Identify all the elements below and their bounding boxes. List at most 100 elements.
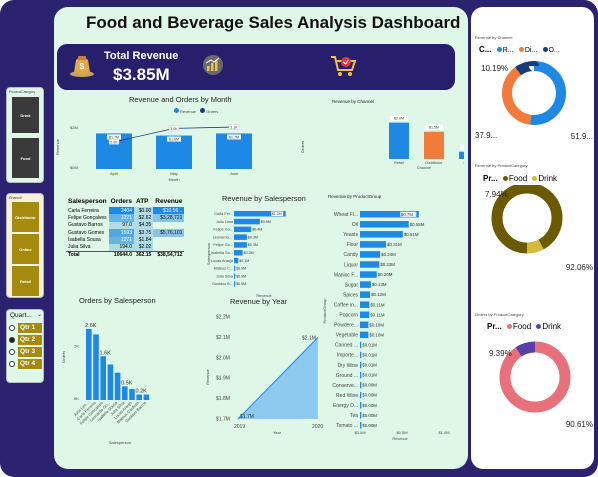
y-tick-label: $0M [70, 165, 78, 170]
orders-bar [100, 356, 106, 400]
channel-bar [389, 122, 409, 159]
data-label: $0.01M [362, 342, 377, 347]
table-header[interactable]: Orders [109, 196, 134, 207]
orders-bar [107, 364, 114, 400]
radio-icon[interactable] [9, 325, 15, 331]
quarter-option-label: Qtr 1 [18, 323, 42, 333]
data-label: $1.7M [109, 135, 119, 139]
table-cell: Gustavo Barros [68, 222, 103, 229]
revenue-by-channel-chart: Orders$2.0MRetail$1.5MDistributor$0.4MOn… [300, 115, 464, 170]
orders-bar [143, 394, 150, 400]
productgroup-bar [360, 422, 362, 429]
data-label: $0.20M [378, 272, 393, 277]
data-label: $0.01M [362, 353, 377, 358]
y-tick-label: Sugar [345, 282, 359, 288]
salesperson-bar [234, 234, 247, 240]
donut-label: 37.9... [475, 131, 497, 140]
y-tick-label: Coffee in... [334, 302, 358, 308]
salesperson-bar [234, 226, 252, 233]
table-cell: $5,76,101 [153, 229, 185, 237]
table-row[interactable]: Carla Ferreira 2404 $0.00 $10,56... [66, 207, 185, 215]
x-tick-label: May [170, 171, 178, 176]
data-label: $1.5M [429, 126, 439, 130]
x-tick-label: $1.0M [438, 430, 449, 435]
table-row[interactable]: Isabella Sousa 1271 $1.84 [66, 236, 184, 244]
data-label: $0.11M [370, 312, 385, 317]
table-cell: Felipe Gonçalves [68, 215, 107, 222]
table-cell: 1271 [108, 214, 134, 222]
table-header[interactable]: Revenue [153, 196, 184, 207]
quarter-option-label: Qtr 4 [18, 359, 42, 369]
salesperson-table: Salesperson Orders ATP Revenue Carla Ferrei… [66, 196, 185, 259]
y-tick-label: Conserve... [332, 383, 358, 389]
svg-text:$: $ [80, 62, 85, 71]
quarter-option[interactable]: Qtr 1 [9, 323, 43, 333]
channel-bar [459, 151, 464, 159]
table-header[interactable]: ATP [134, 196, 153, 207]
page-title: Food and Beverage Sales Analysis Dashboa… [86, 13, 461, 32]
y-tick-label: $2.0M [216, 355, 230, 361]
productgroup-bar [360, 321, 369, 329]
slicer-item-label: Drink [20, 113, 31, 118]
table-header[interactable]: Salesperson [66, 196, 109, 207]
orders-by-salesperson-title: Orders by Salesperson [79, 296, 156, 305]
bar-chart-icon [203, 55, 223, 75]
table-cell: Isabella Sousa [68, 237, 101, 244]
revenue-by-salesperson-title: Revenue by Salesperson [222, 194, 306, 203]
y-tick-label: Gustavo B... [212, 282, 233, 286]
donut-label: 92.06% [566, 263, 593, 272]
productgroup-bar [360, 381, 362, 389]
y-tick-label: Felipe Go... [213, 243, 233, 247]
y-tick-label: $1.7M [216, 417, 230, 423]
productgroup-bar [360, 351, 362, 359]
right-panel: Revenue by Channel C... R... Di... O... … [471, 7, 594, 469]
kpi-label: Total Revenue [104, 50, 179, 62]
kpi-banner: $ Total Revenue $3.85M [57, 44, 455, 90]
table-total-cell: 362.15 [134, 250, 154, 259]
orders-bar [136, 394, 142, 400]
y-tick-label: Canned ... [335, 343, 358, 349]
y-tick-label: Manioc F... [334, 272, 358, 278]
table-row[interactable]: Felipe Gonçalves 1271 $2.62 $3,28,721 [66, 214, 185, 222]
productgroup-bar [360, 271, 377, 278]
revenue-orders-legend: Revenue Orders [171, 108, 218, 114]
table-row[interactable]: Gustavo Barros 97.0 $4.35 [66, 221, 184, 230]
data-label: $2.0M [394, 117, 404, 121]
data-label: $0.2M [244, 251, 254, 255]
radio-icon[interactable] [9, 349, 15, 355]
x-tick-label: $0.0M [354, 430, 365, 435]
revenue-by-year-title: Revenue by Year [230, 297, 288, 306]
y-tick-label: 0K [74, 396, 79, 401]
data-label: $0.7M [401, 212, 414, 217]
y-tick-label: Oil [352, 222, 358, 228]
donut-category-revenue-legend: Pr... Food Drink [483, 174, 558, 183]
y-tick-label: Powdere... [334, 323, 358, 329]
chevron-down-icon[interactable]: ⌄ [37, 311, 42, 318]
productgroup-bar [360, 391, 362, 399]
y-tick-label: $2.1M [216, 335, 230, 341]
radio-icon[interactable] [9, 361, 15, 367]
kpi-value: $3.85M [113, 65, 170, 84]
slicer-title: Channel [9, 196, 23, 200]
table-cell: $3.75 [134, 229, 154, 237]
quarter-slicer: Quart... ⌄ Qtr 1 Qtr 2 Qtr 3 Qtr 4 [6, 309, 44, 383]
revenue-orders-month-chart: Revenue $0M $2M $1.7M April $1.6M May $1.7M June… [56, 124, 252, 182]
table-row[interactable]: Julia Silva 194.0 $2.02 [66, 243, 184, 252]
donut-category-orders-chart: 90.61% 9.39% [489, 341, 593, 429]
salesperson-bar [234, 273, 236, 279]
data-label: $1.6M [169, 138, 179, 142]
radio-icon[interactable] [9, 337, 15, 343]
y-axis-label: Orders [61, 351, 66, 363]
orders-bar [86, 328, 92, 400]
y-tick-label: Dry Wine [337, 363, 358, 369]
quarter-option-label: Qtr 3 [18, 347, 42, 357]
donut-channel-chart: 51.9... 37.9... 10.19% [475, 61, 593, 141]
quarter-option[interactable]: Qtr 2 [9, 335, 43, 345]
x-tick-label: 2020 [312, 424, 323, 430]
table-cell [153, 222, 184, 229]
data-label: 2.0K [110, 140, 118, 144]
table-row[interactable]: Gustavo Gomes 1593 $3.75 $5,76,101 [66, 229, 185, 237]
quarter-option[interactable]: Qtr 3 [9, 347, 43, 357]
quarter-option[interactable]: Qtr 4 [9, 359, 43, 369]
table-cell: Gustavo Gomes [68, 229, 105, 236]
